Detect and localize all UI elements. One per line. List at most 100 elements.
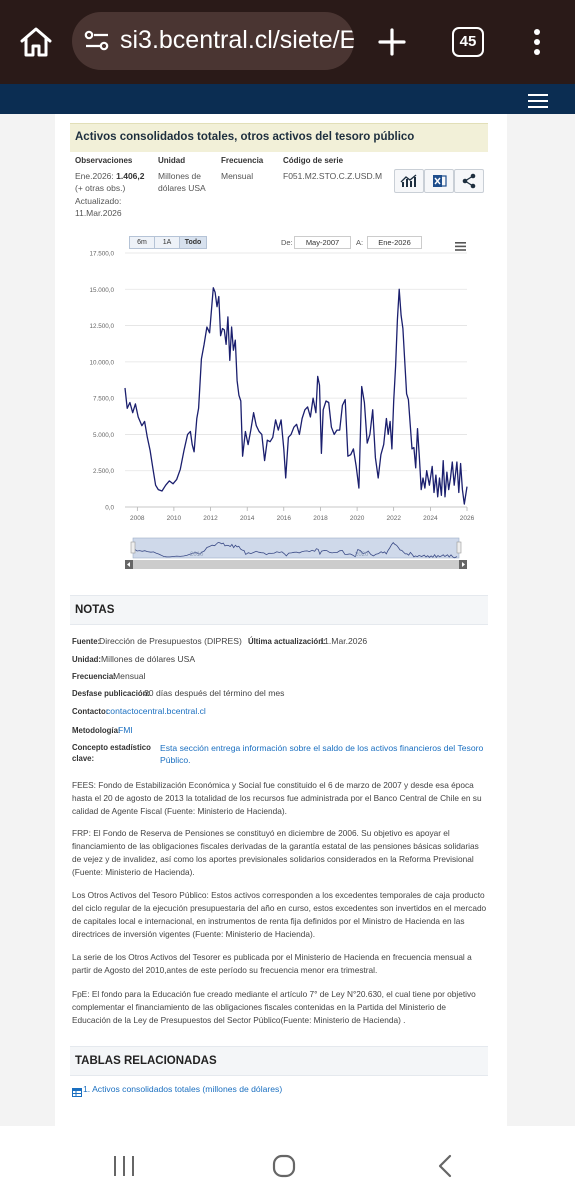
paragraph-line: calidad de Agente Fiscal (Fuente: Minist… [72,806,287,816]
back-icon[interactable] [437,1154,453,1178]
x-tick-label: 2026 [460,515,475,522]
x-tick-label: 2022 [386,515,401,522]
notas-header: NOTAS [70,595,488,625]
y-tick-label: 0,0 [105,505,114,512]
tablas-title: TABLAS RELACIONADAS [75,1055,217,1067]
site-header [0,84,575,114]
note-paragraph: FpE: El fondo para la Educación fue crea… [72,988,490,1027]
y-tick-label: 12.500,0 [89,323,114,330]
contacto-label: Contacto: [72,707,109,716]
paragraph-line: partir de Agosto del 2010,antes de este … [72,965,378,975]
observaciones-label: Observaciones [75,156,133,165]
x-tick-label: 2008 [130,515,145,522]
series-title-bar: Activos consolidados totales, otros acti… [70,123,488,152]
share-button[interactable] [454,169,484,193]
paragraph-line: del ciclo regular de la ejecución presup… [72,903,487,913]
recent-apps-icon[interactable] [113,1156,135,1176]
paragraph-line: de vejez y de invalidez, así como los ap… [72,854,474,864]
hamburger-menu-icon[interactable] [528,93,548,109]
navigator-left-handle[interactable] [130,541,136,554]
ultima-actualizacion-value: 11.Mar.2026 [320,636,368,646]
frecuencia-value: Mensual [221,171,254,181]
unidad-note-label: Unidad: [72,655,102,664]
frecuencia-label: Frecuencia [221,156,264,165]
new-tab-icon[interactable] [378,28,406,56]
paragraph-line: financiamiento de las obligaciones fisca… [72,841,479,851]
desfase-label: Desfase publicación: [72,689,150,698]
x-tick-label: 2014 [240,515,255,522]
table-icon [72,1084,82,1097]
paragraph-line: FRP: El Fondo de Reserva de Pensiones se… [72,828,450,838]
y-tick-label: 2.500,0 [93,468,115,475]
concepto-label: clave: [72,754,95,763]
x-tick-label: 2016 [277,515,292,522]
y-tick-label: 7.500,0 [93,396,115,403]
paragraph-line: directrices de inversión vigentes (Fuent… [72,929,316,939]
scrollbar-thumb[interactable] [133,560,459,569]
y-tick-label: 15.000,0 [89,287,114,294]
unidad-line2: dólares USA [158,183,206,193]
home-button-icon[interactable] [272,1154,296,1178]
frecuencia-note-label: Frecuencia: [72,672,116,681]
export-excel-button[interactable] [424,169,454,193]
navigator-label: 2010 [190,552,204,558]
fuente-value: Dirección de Presupuestos (DIPRES) [99,636,242,646]
contacto-link[interactable]: contactocentral.bcentral.cl [106,706,206,716]
paragraph-line: FEES: Fondo de Estabilización Económica … [72,780,474,790]
x-tick-label: 2010 [167,515,182,522]
frecuencia-note-value: Mensual [113,671,146,681]
paragraph-line: de capitales local e internacional, en i… [72,916,465,926]
note-paragraph: FEES: Fondo de Estabilización Económica … [72,779,490,818]
paragraph-line: complementar el financiamiento de las ob… [72,1002,447,1012]
codigo-value: F051.M2.STO.C.Z.USD.M [283,171,383,181]
paragraph-line: La serie de los Otros Activos del Tesore… [72,952,472,962]
chart-navigator[interactable]: 2010 2020 [0,536,575,572]
home-icon[interactable] [18,26,54,58]
paragraph-line: Los Otros Activos del Tesoro Público: Es… [72,890,485,900]
address-bar[interactable]: si3.bcentral.cl/siete/E [72,12,354,70]
actualizado-label: Actualizado: [75,196,122,206]
codigo-label: Código de serie [283,156,344,165]
paragraph-line: hasta el 20 de agosto de 2013 la totalid… [72,793,482,803]
concepto-text: Público. [160,755,191,765]
metodologia-link[interactable]: FMI [118,725,133,735]
notas-title: NOTAS [75,604,115,616]
chart-view-button[interactable] [394,169,424,193]
line-chart: 0,0 2.500,0 5.000,0 7.500,0 10.000,0 12.500,0… [89,251,475,523]
line-chart-icon [395,174,423,196]
observaciones-extra: (+ otras obs.) [75,183,126,193]
paragraph-line: Educación de la Ley de Presupuestos del … [72,1015,406,1025]
url-text: si3.bcentral.cl/siete/E [120,26,354,54]
unidad-note-value: Millones de dólares USA [101,654,196,664]
paragraph-line: (Fuente: Ministerio de Hacienda). [72,867,195,877]
x-tick-label: 2018 [313,515,328,522]
series-line [124,287,468,505]
navigator-right-handle[interactable] [456,541,462,554]
more-options-icon[interactable] [532,28,542,56]
desfase-value: 30 días después del término del mes [144,688,285,698]
y-tick-label: 5.000,0 [93,432,115,439]
metodologia-label: Metodología: [72,726,121,735]
navigator-label: 2020 [355,552,369,558]
note-paragraph: FRP: El Fondo de Reserva de Pensiones se… [72,827,490,879]
concepto-text: Esta sección entrega información sobre e… [160,743,484,753]
x-tick-label: 2024 [423,515,438,522]
series-title: Activos consolidados totales, otros acti… [75,131,415,143]
unidad-label: Unidad [158,156,186,165]
site-settings-icon[interactable] [84,30,110,52]
y-tick-label: 10.000,0 [89,359,114,366]
observaciones-value: Ene.2026: 1.406,2 [75,171,145,181]
share-icon [455,173,483,196]
fuente-label: Fuente: [72,637,101,646]
ultima-actualizacion-label: Última actualización: [248,637,326,646]
excel-icon [425,175,453,196]
tablas-header: TABLAS RELACIONADAS [70,1046,488,1076]
tab-switcher-button[interactable]: 45 [452,27,484,57]
x-tick-label: 2012 [203,515,218,522]
related-table-link[interactable]: 1. Activos consolidados totales (millone… [83,1084,282,1094]
y-tick-label: 17.500,0 [89,251,114,258]
actualizado-value: 11.Mar.2026 [75,208,122,218]
concepto-label: Concepto estadístico [72,743,151,752]
note-paragraph: La serie de los Otros Activos del Tesore… [72,951,490,977]
x-tick-label: 2020 [350,515,365,522]
